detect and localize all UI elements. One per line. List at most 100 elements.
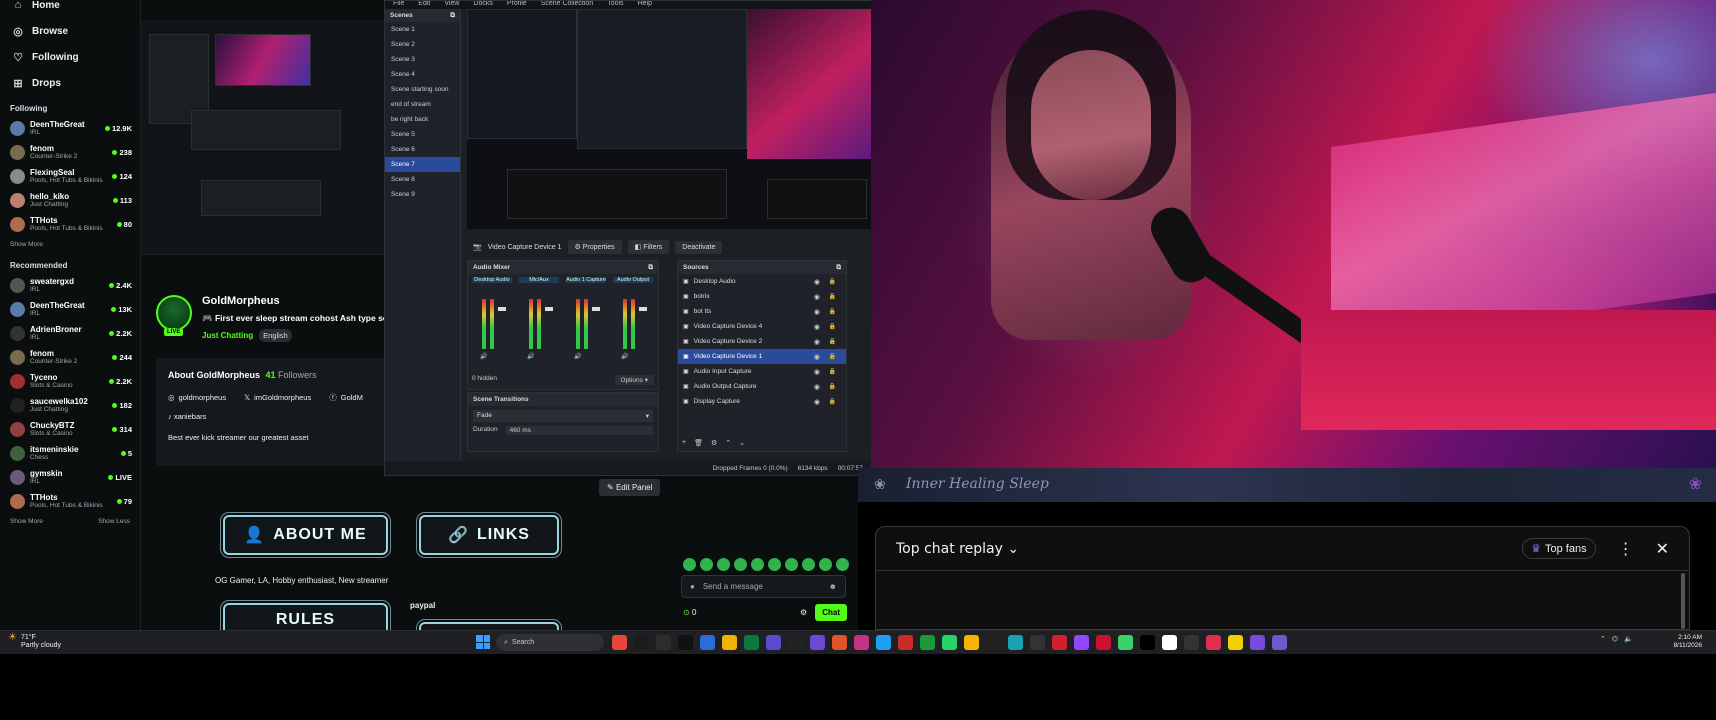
obs-preview[interactable] (467, 9, 871, 229)
speaker-icon[interactable]: 🔊 (527, 353, 534, 360)
channel-row[interactable]: Tyceno Slots & Casino 2.2K (0, 369, 140, 393)
stream-category[interactable]: Just Chatting (202, 331, 253, 340)
eye-icon[interactable]: ◉ (814, 308, 820, 316)
duration-input[interactable]: 460 ms (505, 426, 653, 435)
hidden-count[interactable]: 0 hidden (472, 375, 497, 385)
scene-item[interactable]: be right back (385, 112, 460, 127)
channel-row[interactable]: itsmeninskie Chess 5 (0, 441, 140, 465)
lock-icon[interactable]: 🔒 (829, 383, 836, 390)
obs-menu-scene-collection[interactable]: Scene Collection (541, 1, 594, 9)
taskbar-app-icon[interactable] (1140, 635, 1155, 650)
channel-row[interactable]: sweatergxd IRL 2.4K (0, 273, 140, 297)
emote[interactable] (734, 558, 747, 571)
nav-home[interactable]: ⌂ Home (0, 0, 140, 18)
volume-icon[interactable]: 🔈 (1624, 635, 1633, 643)
volume-slider[interactable] (545, 307, 553, 311)
lock-icon[interactable]: 🔒 (829, 353, 836, 360)
top-fans-button[interactable]: ♛ Top fans (1522, 538, 1596, 559)
add-icon[interactable]: + (682, 439, 686, 447)
channel-row[interactable]: gymskin IRL LIVE (0, 465, 140, 489)
paypal-panel[interactable] (419, 622, 559, 630)
x-link[interactable]: 𝕏imGoldmorpheus (244, 392, 311, 403)
source-item[interactable]: ▣ botrix ◉ 🔒 (678, 289, 846, 304)
settings-gear-icon[interactable]: ⚙ (800, 608, 807, 617)
taskbar-clock[interactable]: 2:10 AM 8/11/2026 (1674, 634, 1702, 650)
eye-icon[interactable]: ◉ (814, 278, 820, 286)
trash-icon[interactable]: 🗑 (694, 439, 703, 447)
obs-menu-view[interactable]: View (444, 1, 459, 9)
properties-button[interactable]: ⚙ Properties (567, 240, 622, 254)
chat-mode-dropdown[interactable]: Top chat replay ⌄ (896, 541, 1019, 557)
chat-scrollbar[interactable] (1681, 573, 1685, 629)
mixer-options-button[interactable]: Options ▾ (614, 375, 654, 385)
lock-icon[interactable]: 🔒 (829, 398, 836, 405)
taskbar-app-icon[interactable] (942, 635, 957, 650)
taskbar-app-icon[interactable] (612, 635, 627, 650)
down-icon[interactable]: ⌄ (739, 439, 745, 447)
lock-icon[interactable]: 🔒 (829, 368, 836, 375)
emote[interactable] (700, 558, 713, 571)
dock-undock-icon[interactable]: ⧉ (836, 264, 841, 271)
obs-menu-tools[interactable]: Tools (607, 1, 623, 9)
network-icon[interactable]: ⌬ (1612, 635, 1618, 643)
taskbar-app-icon[interactable] (1030, 635, 1045, 650)
scene-item[interactable]: Scene 1 (385, 22, 460, 37)
source-item[interactable]: ▣ Audio Output Capture ◉ 🔒 (678, 379, 846, 394)
taskbar-app-icon[interactable] (678, 635, 693, 650)
channel-row[interactable]: FlexingSeal Pools, Hot Tubs & Bikinis 124 (0, 164, 140, 188)
rules-panel[interactable]: RULES (223, 603, 388, 630)
emote[interactable] (768, 558, 781, 571)
channel-row[interactable]: TTHots Pools, Hot Tubs & Bikinis 80 (0, 212, 140, 236)
eye-icon[interactable]: ◉ (814, 398, 820, 406)
volume-slider[interactable] (592, 307, 600, 311)
lock-icon[interactable]: 🔒 (829, 323, 836, 330)
taskbar-app-icon[interactable] (1118, 635, 1133, 650)
facebook-link[interactable]: ⓕ GoldM (329, 392, 363, 403)
dock-undock-icon[interactable]: ⧉ (648, 264, 653, 271)
emote[interactable] (819, 558, 832, 571)
taskbar-app-icon[interactable] (744, 635, 759, 650)
speaker-icon[interactable]: 🔊 (480, 353, 487, 360)
taskbar-app-icon[interactable] (854, 635, 869, 650)
channel-row[interactable]: hello_kiko Just Chatting 113 (0, 188, 140, 212)
channel-row[interactable]: DeenTheGreat IRL 13K (0, 297, 140, 321)
obs-menu-file[interactable]: File (393, 1, 404, 9)
obs-menu-profile[interactable]: Profile (507, 1, 527, 9)
channel-row[interactable]: DeenTheGreat IRL 12.9K (0, 116, 140, 140)
channel-row[interactable]: fenom Counter-Strike 2 238 (0, 140, 140, 164)
show-more-link[interactable]: Show More (10, 518, 43, 525)
chat-send-button[interactable]: Chat (815, 604, 847, 621)
emote[interactable] (802, 558, 815, 571)
volume-slider[interactable] (639, 307, 647, 311)
lock-icon[interactable]: 🔒 (829, 338, 836, 345)
more-options-icon[interactable]: ⋮ (1618, 539, 1634, 559)
eye-icon[interactable]: ◉ (814, 383, 820, 391)
source-item[interactable]: ▣ Audio Input Capture ◉ 🔒 (678, 364, 846, 379)
eye-icon[interactable]: ◉ (814, 293, 820, 301)
scene-item[interactable]: Scene starting soon (385, 82, 460, 97)
up-icon[interactable]: ⌃ (725, 439, 731, 447)
taskbar-app-icon[interactable] (964, 635, 979, 650)
speaker-icon[interactable]: 🔊 (574, 353, 581, 360)
emoji-icon[interactable]: ☻ (829, 582, 837, 591)
taskbar-app-icon[interactable] (1272, 635, 1287, 650)
scene-item[interactable]: Scene 5 (385, 127, 460, 142)
taskbar-app-icon[interactable] (788, 635, 803, 650)
obs-menu-docks[interactable]: Docks (473, 1, 492, 9)
channel-row[interactable]: fenom Counter-Strike 2 244 (0, 345, 140, 369)
emote[interactable] (717, 558, 730, 571)
speaker-icon[interactable]: 🔊 (621, 353, 628, 360)
taskbar-app-icon[interactable] (634, 635, 649, 650)
windows-start-button[interactable] (476, 635, 490, 649)
taskbar-search[interactable]: ⌕ Search (496, 634, 604, 651)
channel-row[interactable]: AdrienBroner IRL 2.2K (0, 321, 140, 345)
streamer-name[interactable]: GoldMorpheus (202, 295, 396, 307)
lock-icon[interactable]: 🔒 (829, 278, 836, 285)
dock-undock-icon[interactable]: ⧉ (450, 12, 455, 19)
taskbar-app-icon[interactable] (1184, 635, 1199, 650)
emote[interactable] (683, 558, 696, 571)
source-item[interactable]: ▣ Video Capture Device 2 ◉ 🔒 (678, 334, 846, 349)
eye-icon[interactable]: ◉ (814, 338, 820, 346)
transition-select[interactable]: Fade ▾ (473, 410, 653, 422)
emote[interactable] (836, 558, 849, 571)
